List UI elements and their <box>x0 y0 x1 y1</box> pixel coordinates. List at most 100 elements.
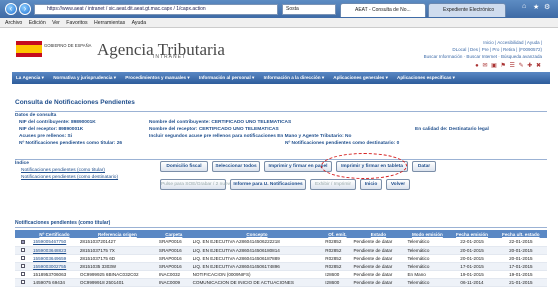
header-estado[interactable]: Estado <box>351 230 406 238</box>
acuses-prerellenos: Acuses pre rellenos: Si <box>19 134 73 139</box>
cell-concepto: LIQ. EN EJECUTIVA A2860414506187889 <box>190 254 324 263</box>
header-fecha-ult[interactable]: Fecha ult. estado <box>494 230 547 238</box>
cell-referencia: 28151035 3303W <box>77 262 157 271</box>
index-link-titular[interactable]: Notificaciones pendientes (como titular) <box>21 168 105 173</box>
toolbar-icons[interactable]: ● ✉ ▣ ⚑ ☰ ✎ ✚ ✖ <box>475 62 542 69</box>
browser-titlebar: ‹ › https://www.aeat / intranet / sic.ae… <box>0 0 558 18</box>
inicio-button[interactable]: Inicio <box>360 179 382 190</box>
menu-edicion[interactable]: Edición <box>29 18 46 28</box>
cell-certificado[interactable]: 1459075 69434 <box>31 278 78 287</box>
cell-modo: Telemático <box>405 238 450 247</box>
cell-of-emit: R02852 <box>323 262 352 271</box>
row-checkbox[interactable] <box>21 256 25 261</box>
cell-of-emit: I28600 <box>323 278 352 287</box>
table-title: Notificaciones pendientes (como titular) <box>15 220 547 228</box>
cell-referencia: OC9999918 2501401 <box>77 278 157 287</box>
section-title: Datos de consulta <box>15 113 57 118</box>
menu-herramientas[interactable]: Herramientas <box>94 18 125 28</box>
cell-estado: Pendiente de datar <box>351 278 406 287</box>
header-concepto[interactable]: Concepto <box>190 230 324 238</box>
row-checkbox[interactable] <box>21 240 25 245</box>
cell-carpeta: SRAP0016 <box>156 238 191 247</box>
back-icon[interactable]: ‹ <box>5 3 17 15</box>
header-carpeta[interactable]: Carpeta <box>156 230 191 238</box>
header-certificado[interactable]: Nº Certificado <box>31 230 78 238</box>
header-referencia[interactable]: Referencia origen <box>77 230 157 238</box>
cell-estado: Pendiente de datar <box>351 254 406 263</box>
cell-referencia: 28151037175 7X <box>77 246 157 255</box>
top-links-row1[interactable]: Inicio | Accesibilidad | Ayuda | <box>424 39 542 46</box>
segundos-acuses: Incluir segundos acuse pre rellenos para… <box>149 134 352 139</box>
search-box[interactable]: Sosta <box>282 4 336 15</box>
nav-info-direccion[interactable]: Información a la dirección ▾ <box>264 75 325 80</box>
nav-apps-especificas[interactable]: Aplicaciones específicas ▾ <box>397 75 455 80</box>
cell-certificado[interactable]: 1559003649659 <box>31 254 78 263</box>
main-content: Consulta de Notificaciones Pendientes Da… <box>12 85 550 307</box>
nav-la-agencia[interactable]: La Agencia ▾ <box>16 75 44 80</box>
cell-fecha-ult: 20-01-2015 <box>494 254 547 263</box>
table-row[interactable]: 1559005467750 28151037201427 SRAP0016 LIQ. … <box>15 238 547 247</box>
nav-info-personal[interactable]: Información al personal ▾ <box>199 75 254 80</box>
settings-icon[interactable]: ⚙ <box>544 3 550 11</box>
tab-expediente[interactable]: Expediente Electrónico <box>428 3 506 17</box>
header-modo[interactable]: Modo emisión <box>405 230 450 238</box>
favorites-icon[interactable]: ★ <box>533 3 539 11</box>
cell-referencia: OC9999925 6BINAC032C02 <box>77 270 157 279</box>
forward-icon[interactable]: › <box>19 3 31 15</box>
row-checkbox[interactable] <box>21 248 25 253</box>
tab-aeat[interactable]: AEAT - Consulta de No... <box>340 3 426 17</box>
cell-carpeta: SRAP0016 <box>156 262 191 271</box>
address-bar[interactable]: https://www.aeat / intranet / sic.aeat.d… <box>34 4 278 15</box>
top-links-row3[interactable]: Buscar Información · Buscar Internet · B… <box>424 53 542 60</box>
table-row[interactable]: 1559003648823 28151037175 7X SRAP0016 LIQ. … <box>15 246 547 255</box>
cell-certificado[interactable]: 1559005467750 <box>31 238 78 247</box>
cell-referencia: 28151037175 6D <box>77 254 157 263</box>
nombre-receptor: Nombre del receptor: CERTIFICADO UNO TEL… <box>149 127 279 132</box>
cell-of-emit: R02852 <box>323 254 352 263</box>
menu-ayuda[interactable]: Ayuda <box>132 18 147 28</box>
nif-receptor: NIF del receptor: 89890001K <box>19 127 84 132</box>
cell-fecha-emision: 06-11-2014 <box>449 278 495 287</box>
domicilio-fiscal-button[interactable]: Domicilio fiscal <box>160 161 208 172</box>
nav-apps-generales[interactable]: Aplicaciones generales ▾ <box>333 75 388 80</box>
cell-fecha-ult: 17-01-2015 <box>494 262 547 271</box>
nav-normativa[interactable]: Normativa y jurisprudencia ▾ <box>53 75 116 80</box>
menu-favoritos[interactable]: Favoritos <box>66 18 87 28</box>
header-select <box>15 230 31 238</box>
table-row[interactable]: 1518953706063 OC9999925 6BINAC032C02 INAC0… <box>15 270 547 279</box>
header-fecha-emision[interactable]: Fecha emisión <box>449 230 495 238</box>
cell-certificado[interactable]: 1518953706063 <box>31 270 78 279</box>
cell-estado: Pendiente de datar <box>351 238 406 247</box>
home-icon[interactable]: ⌂ <box>522 3 526 10</box>
cell-carpeta: INAC0009 <box>156 278 191 287</box>
header-of-emit[interactable]: Of. emit. <box>323 230 352 238</box>
nav-procedimientos[interactable]: Procedimientos y manuales ▾ <box>125 75 189 80</box>
cell-fecha-ult: 21-01-2015 <box>494 278 547 287</box>
row-checkbox[interactable] <box>21 264 25 269</box>
menu-archivo[interactable]: Archivo <box>5 18 22 28</box>
menu-ver[interactable]: Ver <box>52 18 60 28</box>
notif-titular-count: Nº Notificaciones pendientes como titula… <box>19 141 123 146</box>
notifications-table: Nº Certificado Referencia origen Carpeta… <box>15 230 547 287</box>
row-checkbox[interactable] <box>21 272 25 277</box>
cell-certificado[interactable]: 1559003002755 <box>31 262 78 271</box>
table-row[interactable]: 1559003002755 28151035 3303W SRAP0016 LIQ. … <box>15 262 547 271</box>
cell-modo: Telemático <box>405 254 450 263</box>
cell-of-emit: R02852 <box>323 246 352 255</box>
row-checkbox[interactable] <box>21 280 25 285</box>
table-header-row: Nº Certificado Referencia origen Carpeta… <box>15 230 547 238</box>
top-links-row2[interactable]: DLocal | Des | Pre | Pro | Retira | (F00… <box>424 46 542 53</box>
datar-button[interactable]: Datar <box>412 161 436 172</box>
cell-certificado[interactable]: 1559003648823 <box>31 246 78 255</box>
table-row[interactable]: 1459075 69434 OC9999918 2501401 INAC0009 CO… <box>15 278 547 287</box>
informe-notificaciones-button[interactable]: Informe para U. Notificaciones <box>230 179 306 190</box>
cell-fecha-ult: 22-01-2015 <box>494 238 547 247</box>
seleccionar-todos-button[interactable]: Seleccionar todos <box>212 161 260 172</box>
cell-fecha-emision: 17-01-2015 <box>449 262 495 271</box>
soe-grabar-button[interactable]: Pulse para SOE/Grabar / 2 nuevos <box>160 179 235 190</box>
volver-button[interactable]: Volver <box>386 179 410 190</box>
index-link-destinatario[interactable]: Notificaciones pendientes (como destinat… <box>21 175 118 180</box>
table-row[interactable]: 1559003649659 28151037175 6D SRAP0016 LIQ. … <box>15 254 547 263</box>
exhibir-imprimir-button[interactable]: Exhibir / Imprimir <box>310 179 356 190</box>
cell-concepto: LIQ. EN EJECUTIVA A2860414506180814 <box>190 246 324 255</box>
